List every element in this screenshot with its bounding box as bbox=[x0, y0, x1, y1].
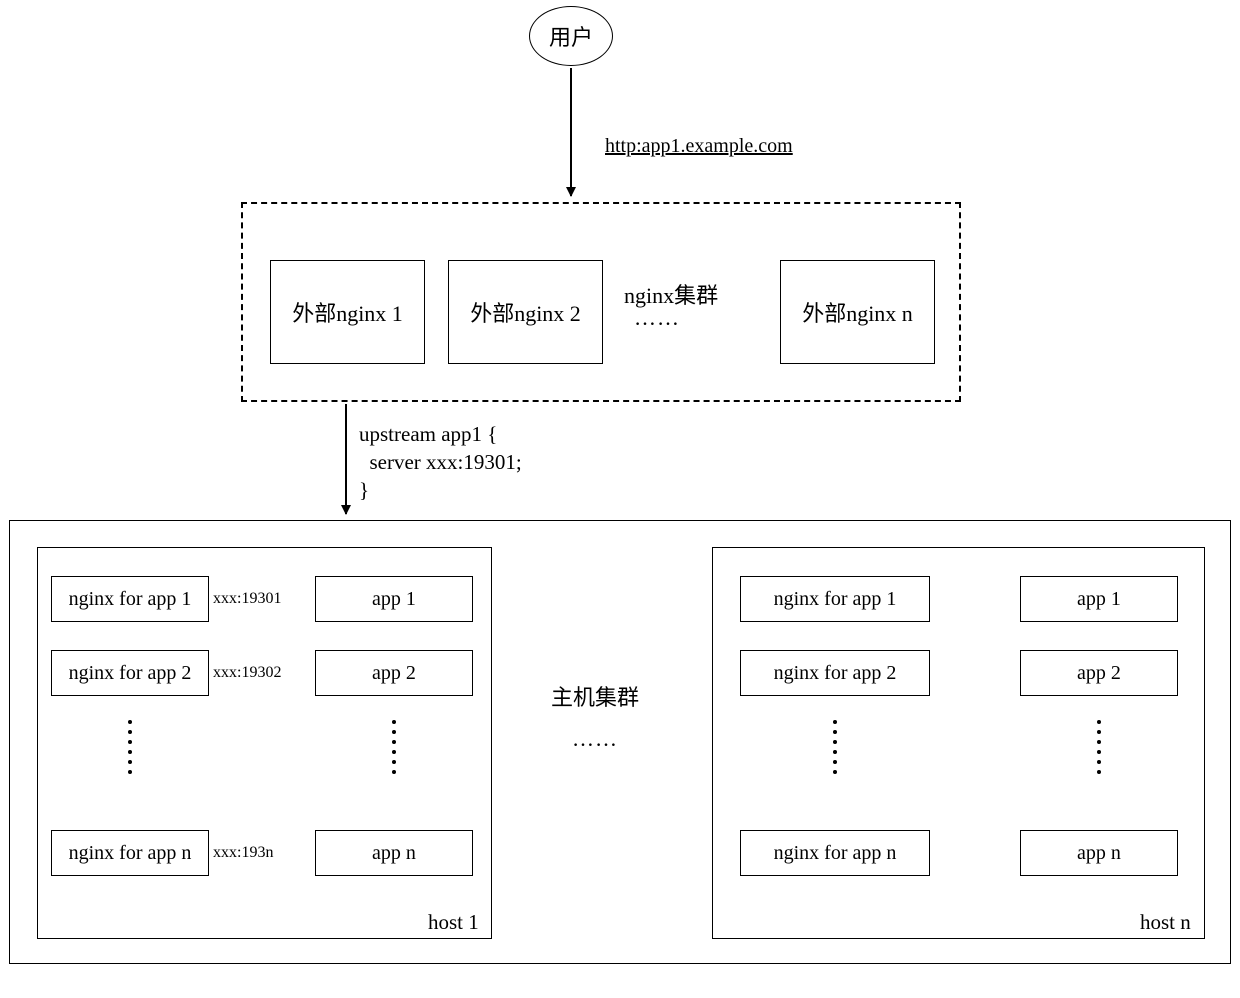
host1-port-n: xxx:193n bbox=[213, 844, 273, 862]
hostn-app-2: app 2 bbox=[1020, 650, 1178, 696]
host1-app-2-label: app 2 bbox=[372, 662, 416, 685]
host1-app-n-label: app n bbox=[372, 842, 416, 865]
hostn-nginx-vdots bbox=[833, 720, 837, 774]
hostn-nginx-n: nginx for app n bbox=[740, 830, 930, 876]
nginx-cluster-dots: …… bbox=[634, 305, 680, 331]
host1-nginx-n-label: nginx for app n bbox=[69, 842, 192, 865]
host1-nginx-2-label: nginx for app 2 bbox=[69, 662, 192, 685]
hostn-title: host n bbox=[1140, 910, 1191, 935]
external-nginx-n-label: 外部nginx n bbox=[802, 296, 913, 328]
hostn-nginx-1-label: nginx for app 1 bbox=[774, 588, 897, 611]
host1-nginx-n: nginx for app n bbox=[51, 830, 209, 876]
host1-app-1: app 1 bbox=[315, 576, 473, 622]
host-cluster-label: 主机集群 bbox=[551, 680, 639, 712]
host1-port-2: xxx:19302 bbox=[213, 664, 281, 682]
host1-nginx-1-label: nginx for app 1 bbox=[69, 588, 192, 611]
external-nginx-n: 外部nginx n bbox=[780, 260, 935, 364]
external-nginx-2-label: 外部nginx 2 bbox=[470, 296, 581, 328]
host1-app-n: app n bbox=[315, 830, 473, 876]
user-node: 用户 bbox=[529, 6, 613, 66]
url-label: http:app1.example.com bbox=[605, 135, 793, 158]
external-nginx-1-label: 外部nginx 1 bbox=[292, 296, 403, 328]
hostn-app-n-label: app n bbox=[1077, 842, 1121, 865]
upstream-line1: upstream app1 { bbox=[359, 422, 497, 447]
host-cluster-dots: …… bbox=[572, 726, 618, 752]
host1-title: host 1 bbox=[428, 910, 479, 935]
hostn-nginx-2-label: nginx for app 2 bbox=[774, 662, 897, 685]
upstream-line2: server xxx:19301; bbox=[359, 450, 522, 475]
hostn-app-vdots bbox=[1097, 720, 1101, 774]
external-nginx-2: 外部nginx 2 bbox=[448, 260, 603, 364]
host1-app-2: app 2 bbox=[315, 650, 473, 696]
hostn-nginx-2: nginx for app 2 bbox=[740, 650, 930, 696]
hostn-nginx-1: nginx for app 1 bbox=[740, 576, 930, 622]
host1-nginx-vdots bbox=[128, 720, 132, 774]
host1-port-1: xxx:19301 bbox=[213, 590, 281, 608]
host1-nginx-1: nginx for app 1 bbox=[51, 576, 209, 622]
user-node-label: 用户 bbox=[549, 20, 593, 52]
hostn-app-1-label: app 1 bbox=[1077, 588, 1121, 611]
upstream-line3: } bbox=[359, 478, 369, 503]
hostn-app-2-label: app 2 bbox=[1077, 662, 1121, 685]
host1-nginx-2: nginx for app 2 bbox=[51, 650, 209, 696]
host1-app-1-label: app 1 bbox=[372, 588, 416, 611]
diagram-canvas: 用户 http:app1.example.com nginx集群 …… 外部ng… bbox=[0, 0, 1240, 998]
hostn-app-1: app 1 bbox=[1020, 576, 1178, 622]
hostn-nginx-n-label: nginx for app n bbox=[774, 842, 897, 865]
hostn-app-n: app n bbox=[1020, 830, 1178, 876]
external-nginx-1: 外部nginx 1 bbox=[270, 260, 425, 364]
host1-app-vdots bbox=[392, 720, 396, 774]
